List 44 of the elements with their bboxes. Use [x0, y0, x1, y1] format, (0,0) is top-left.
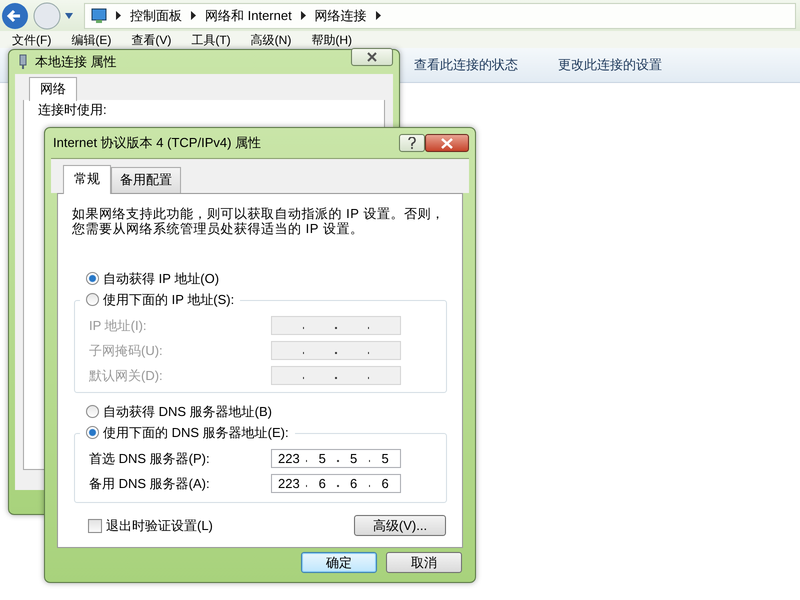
ip-address-field[interactable] — [271, 366, 401, 385]
menu-item[interactable]: 文件(F) — [4, 32, 60, 46]
close-button[interactable] — [351, 48, 393, 66]
radio-option[interactable]: 使用下面的 DNS 服务器地址(E): — [80, 424, 295, 441]
chevron-icon[interactable] — [300, 11, 307, 20]
field-label: 子网掩码(U): — [89, 342, 164, 360]
breadcrumb-item[interactable]: 控制面板 — [130, 6, 182, 24]
help-icon — [408, 137, 416, 149]
breadcrumb-item[interactable]: 网络连接 — [314, 6, 367, 24]
tab[interactable]: 网络 — [29, 77, 77, 101]
ok-button[interactable]: 确定 — [301, 552, 377, 573]
dropdown-icon[interactable] — [64, 12, 74, 20]
menu-item[interactable]: 帮助(H) — [303, 32, 360, 46]
menu-item[interactable]: 查看(V) — [123, 32, 180, 46]
chevron-icon[interactable] — [115, 11, 122, 20]
chevron-icon[interactable] — [190, 11, 197, 20]
ip-address-field[interactable] — [271, 316, 401, 335]
toolbar-button[interactable]: 查看此连接的状态 — [414, 56, 518, 74]
tab[interactable]: 备用配置 — [111, 167, 181, 193]
window-title: 本地连接 属性 — [35, 53, 118, 71]
field-label: IP 地址(I): — [89, 316, 148, 334]
cancel-button[interactable]: 取消 — [386, 552, 462, 573]
breadcrumb-item[interactable]: 网络和 Internet — [205, 6, 292, 24]
field-label: 备用 DNS 服务器(A): — [89, 474, 211, 492]
close-icon — [367, 52, 377, 62]
toolbar-button[interactable]: 更改此连接的设置 — [558, 56, 662, 74]
chevron-icon[interactable] — [374, 11, 382, 20]
menu-item[interactable]: 高级(N) — [242, 32, 300, 46]
close-button[interactable] — [425, 134, 469, 152]
advanced-button[interactable]: 高级(V)... — [354, 515, 446, 536]
field-label: 默认网关(D): — [89, 366, 164, 384]
close-icon — [441, 138, 453, 148]
address-bar[interactable]: 控制面板 网络和 Internet 网络连接 — [84, 2, 796, 28]
field-label: 首选 DNS 服务器(P): — [89, 450, 211, 468]
ip-address-field[interactable] — [271, 341, 401, 360]
ip-address-field[interactable]: 223 5 5 5 — [271, 449, 401, 468]
checkbox-option[interactable]: 退出时验证设置(L) — [88, 516, 213, 534]
window-title: Internet 协议版本 4 (TCP/IPv4) 属性 — [53, 134, 262, 152]
ip-address-field[interactable]: 223 6 6 6 — [271, 474, 401, 493]
menu-item[interactable]: 工具(T) — [183, 32, 239, 46]
radio-option[interactable]: 使用下面的 IP 地址(S): — [80, 291, 240, 308]
tab[interactable]: 常规 — [63, 165, 111, 194]
menu-item[interactable]: 编辑(E) — [63, 32, 120, 46]
help-button[interactable] — [399, 134, 425, 152]
